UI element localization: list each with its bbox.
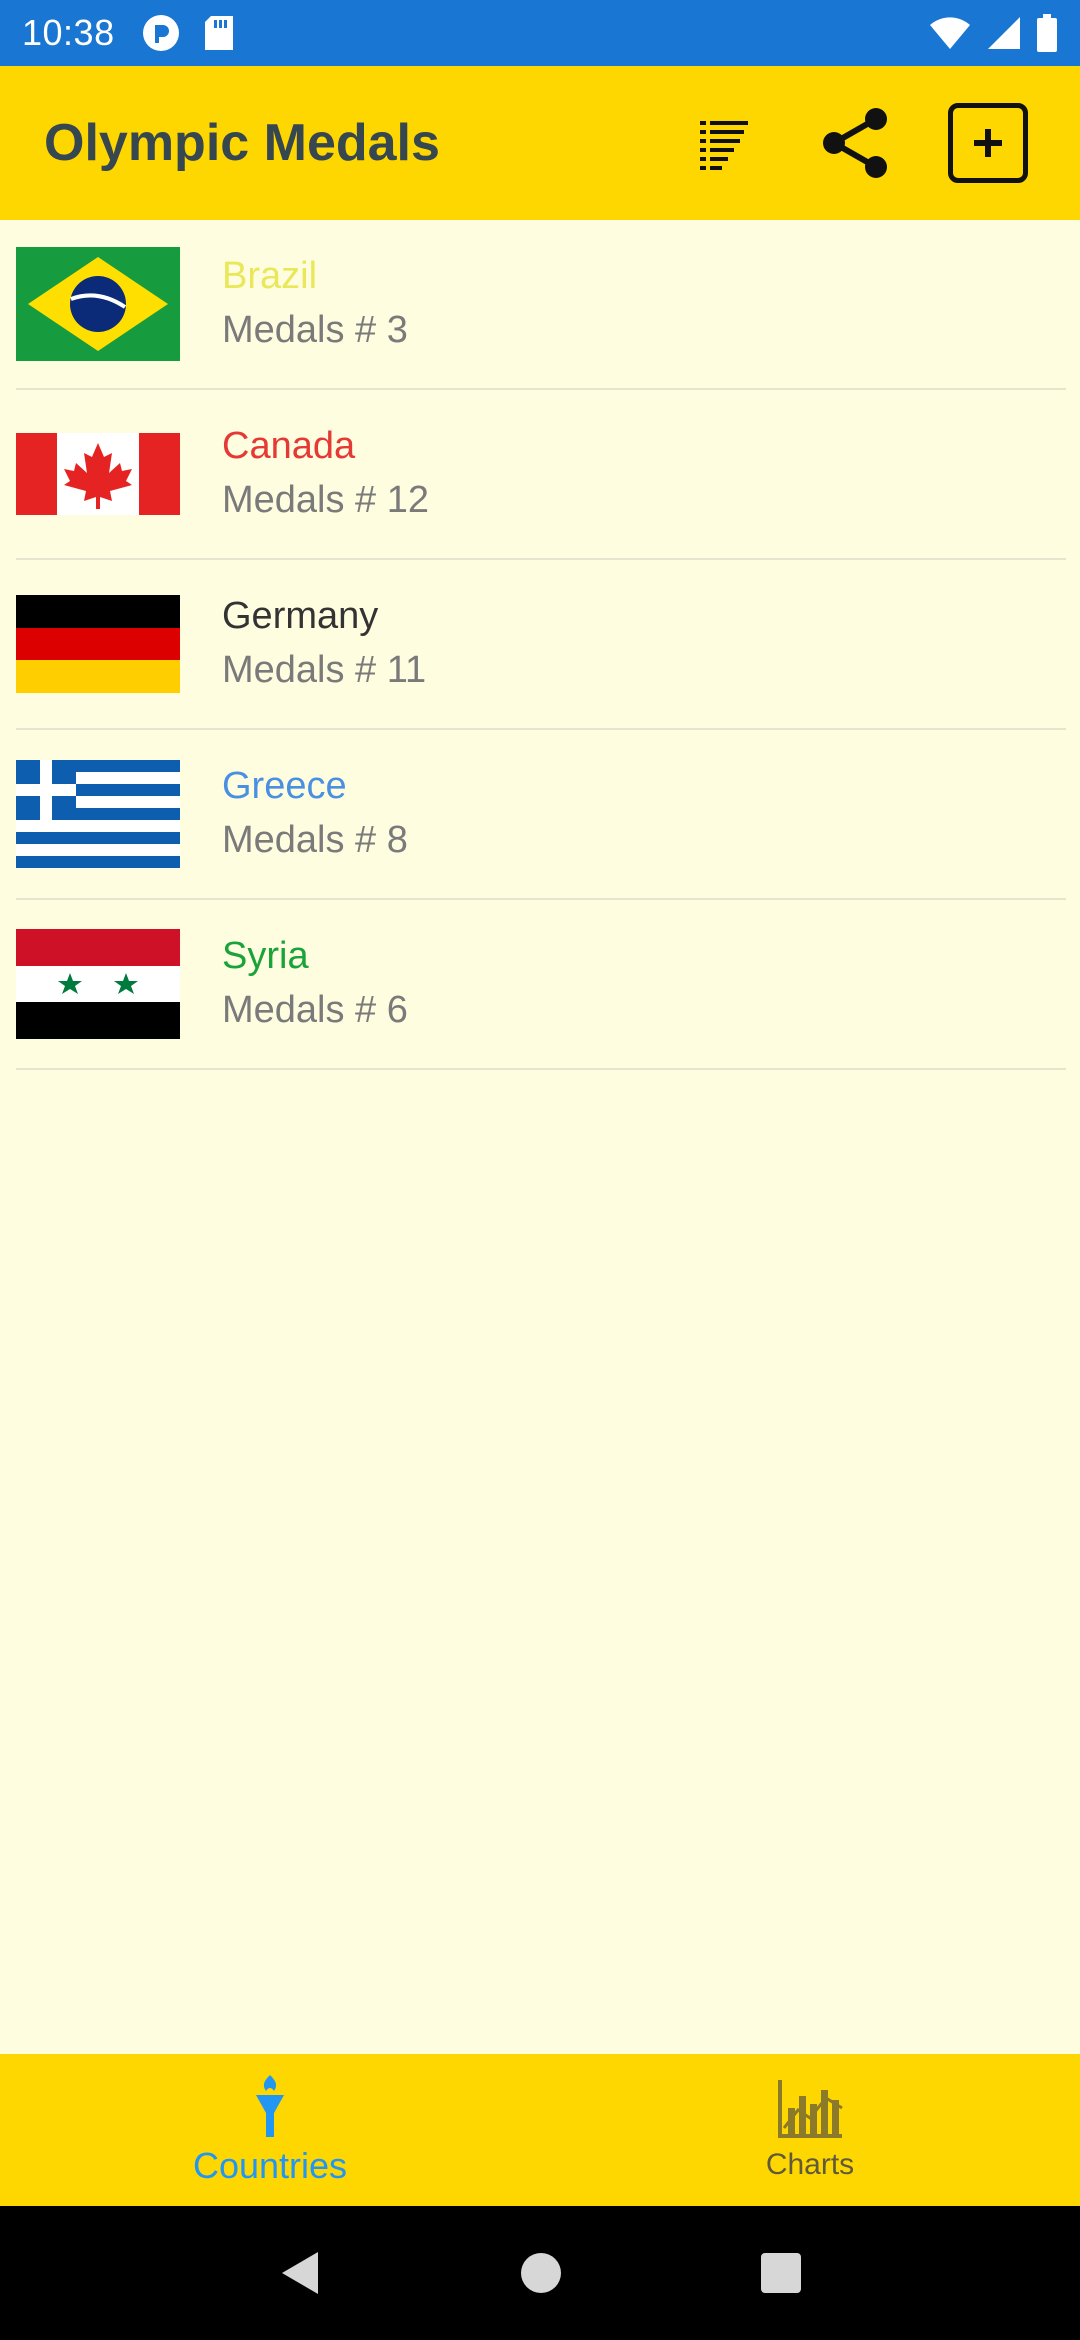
- list-item[interactable]: Germany Medals # 11: [16, 560, 1066, 730]
- torch-icon: [256, 2075, 284, 2137]
- status-right-icons: [914, 14, 1058, 52]
- app-bar: Olympic Medals: [0, 66, 1080, 220]
- back-icon[interactable]: [278, 2250, 322, 2296]
- page-title: Olympic Medals: [44, 114, 440, 172]
- country-list: Brazil Medals # 3 Canada Medals # 12 Ger…: [0, 220, 1080, 1070]
- medal-count: Medals # 8: [222, 819, 408, 861]
- country-name: Syria: [222, 935, 309, 977]
- sort-icon: [700, 121, 748, 170]
- sync-icon: [142, 15, 179, 51]
- tab-countries-label: Countries: [192, 2145, 348, 2186]
- syria-flag: [16, 929, 180, 1039]
- share-button[interactable]: [808, 95, 904, 191]
- greece-flag: [16, 760, 180, 868]
- country-name: Canada: [222, 425, 356, 467]
- app-actions: [640, 95, 1036, 191]
- country-name: Brazil: [222, 255, 318, 297]
- list-item[interactable]: Brazil Medals # 3: [16, 220, 1066, 390]
- medal-count: Medals # 3: [222, 309, 408, 351]
- wifi-icon: [930, 17, 970, 49]
- share-icon: [823, 108, 887, 178]
- canada-flag: [16, 433, 180, 515]
- country-info: Germany Medals # 11: [222, 590, 426, 698]
- tab-charts[interactable]: Charts: [540, 2054, 1080, 2206]
- tab-countries[interactable]: Countries: [0, 2054, 540, 2206]
- recents-icon[interactable]: [760, 2252, 802, 2294]
- brazil-flag: [16, 247, 180, 361]
- medal-count: Medals # 11: [222, 649, 427, 691]
- country-name: Germany: [222, 595, 379, 637]
- medal-count: Medals # 12: [222, 479, 430, 521]
- country-info: Brazil Medals # 3: [222, 250, 408, 358]
- system-nav-bar: [0, 2206, 1080, 2340]
- germany-flag: [16, 595, 180, 693]
- bar-chart-icon: [778, 2080, 843, 2138]
- list-item[interactable]: Canada Medals # 12: [16, 390, 1066, 560]
- list-item[interactable]: Greece Medals # 8: [16, 730, 1066, 900]
- status-bar: 10:38: [0, 0, 1080, 66]
- status-left-icons: [141, 13, 257, 53]
- status-time: 10:38: [22, 12, 115, 53]
- country-info: Syria Medals # 6: [222, 930, 408, 1038]
- screen: 10:38 Olympic Medals Brazil Medals # 3 C…: [0, 0, 1080, 2340]
- sort-button[interactable]: [676, 95, 772, 191]
- medal-count: Medals # 6: [222, 989, 408, 1031]
- country-name: Greece: [222, 765, 347, 807]
- signal-icon: [988, 17, 1020, 49]
- add-button[interactable]: [940, 95, 1036, 191]
- battery-icon: [1037, 14, 1057, 52]
- country-info: Greece Medals # 8: [222, 760, 408, 868]
- country-info: Canada Medals # 12: [222, 420, 429, 528]
- add-icon: [948, 103, 1028, 183]
- tab-charts-label: Charts: [765, 2148, 855, 2181]
- sd-card-icon: [204, 16, 233, 50]
- list-item[interactable]: Syria Medals # 6: [16, 900, 1066, 1070]
- bottom-nav: Countries Charts: [0, 2054, 1080, 2206]
- home-icon[interactable]: [519, 2251, 563, 2295]
